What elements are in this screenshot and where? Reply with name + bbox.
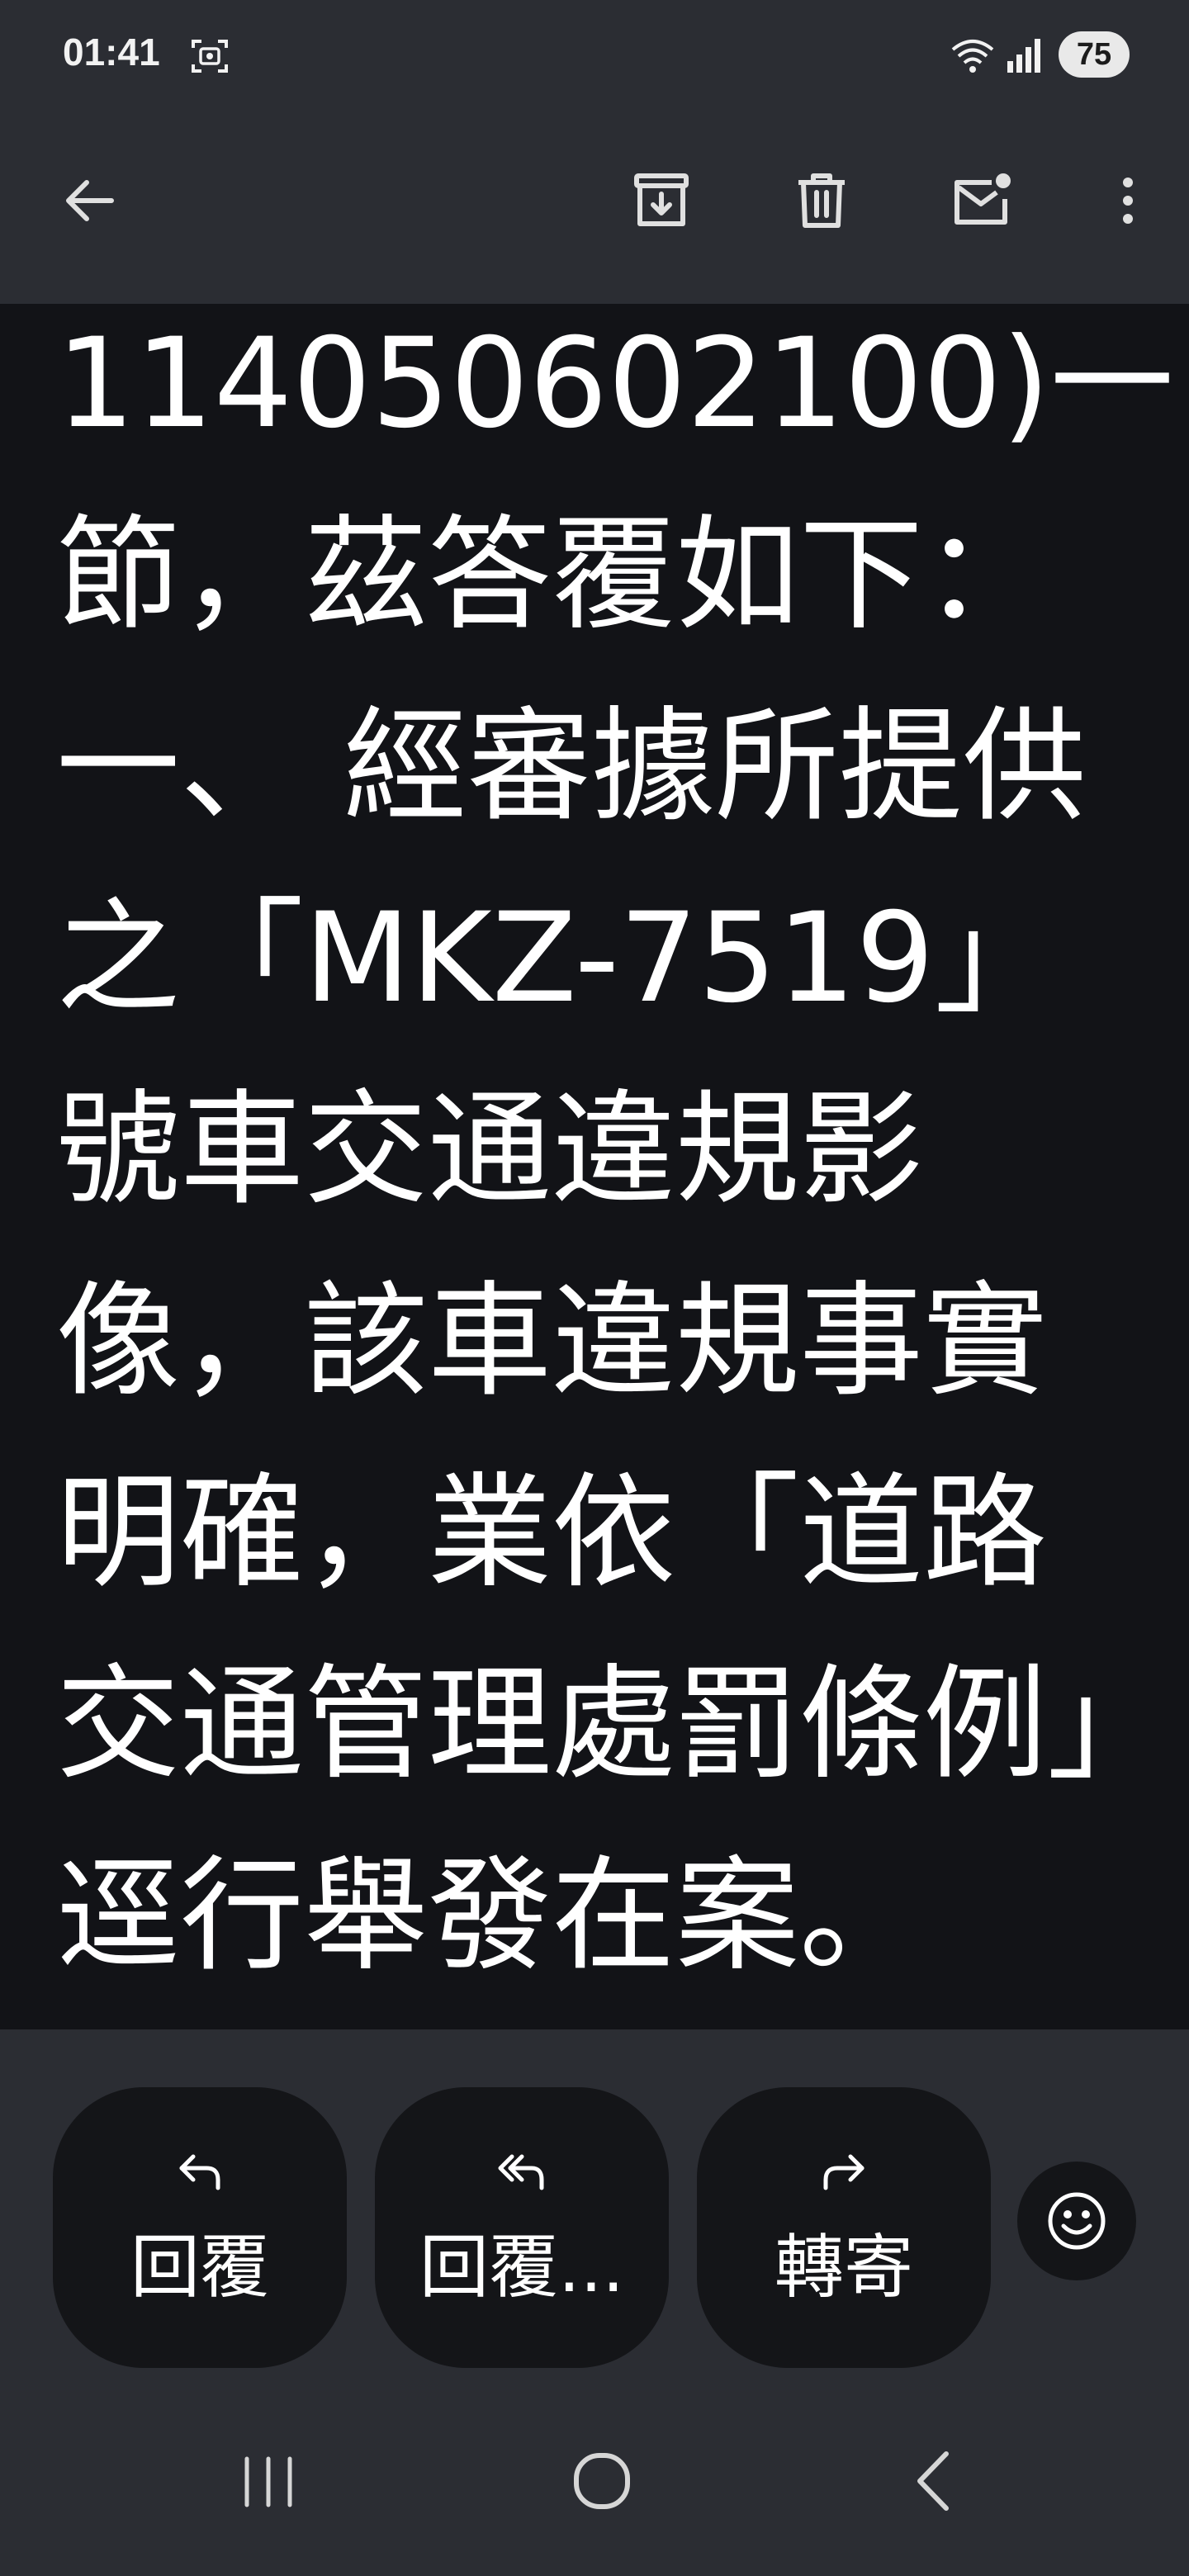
mark-unread-button[interactable] [936,155,1027,246]
reply-all-button[interactable]: 回覆... [375,2087,669,2368]
screenshot-icon [188,35,231,78]
more-options-button[interactable] [1070,155,1161,246]
signal-icon [1006,36,1045,74]
status-time: 01:41 [63,31,160,73]
smiley-icon [1048,2192,1106,2250]
body-line: 114050602100)一 [56,312,1174,456]
trash-icon [798,173,845,228]
body-line: 明確，業依「道路 [56,1461,1048,1605]
forward-label: 轉寄 [774,2227,913,2308]
wifi-icon [950,35,996,76]
reply-icon [179,2154,220,2190]
forward-icon [823,2154,865,2190]
body-line: 之「MKZ-7519」 [56,887,1059,1030]
more-vert-icon [1123,178,1133,224]
reply-action-bar: 回覆 回覆... 轉寄 [0,2029,1189,2386]
home-button[interactable] [557,2436,647,2526]
delete-button[interactable] [776,155,867,246]
reply-all-label: 回覆... [419,2227,625,2308]
back-arrow-icon [66,180,114,221]
archive-button[interactable] [616,155,707,246]
email-body[interactable]: 114050602100)一 節，茲答覆如下： 一、 經審據所提供 之「MKZ-… [0,304,1189,2029]
emoji-reaction-button[interactable] [1017,2162,1136,2280]
reply-all-icon [498,2154,544,2190]
body-line: 像，該車違規事實 [56,1270,1048,1413]
archive-icon [634,173,689,226]
email-toolbar [0,109,1189,304]
mark-unread-icon [955,173,1011,225]
back-button[interactable] [45,155,135,246]
body-line: 逕行舉發在案。 [56,1844,924,1988]
body-line: 節，茲答覆如下： [56,504,1048,647]
forward-button[interactable]: 轉寄 [697,2087,991,2368]
recent-apps-button[interactable] [223,2436,314,2526]
body-line: 交通管理處罰條例」 [56,1653,1172,1797]
body-line: 一、 經審據所提供 [56,695,1087,839]
status-bar: 01:41 75 [0,0,1189,109]
back-chevron-icon [917,2451,949,2511]
reply-button[interactable]: 回覆 [53,2087,347,2368]
back-nav-button[interactable] [888,2436,979,2526]
system-navigation-bar [0,2386,1189,2576]
recent-apps-icon [244,2456,292,2507]
body-line: 號車交通違規影 [56,1078,924,1222]
reply-label: 回覆 [130,2227,269,2308]
battery-badge: 75 [1059,31,1130,78]
home-icon [574,2453,630,2509]
